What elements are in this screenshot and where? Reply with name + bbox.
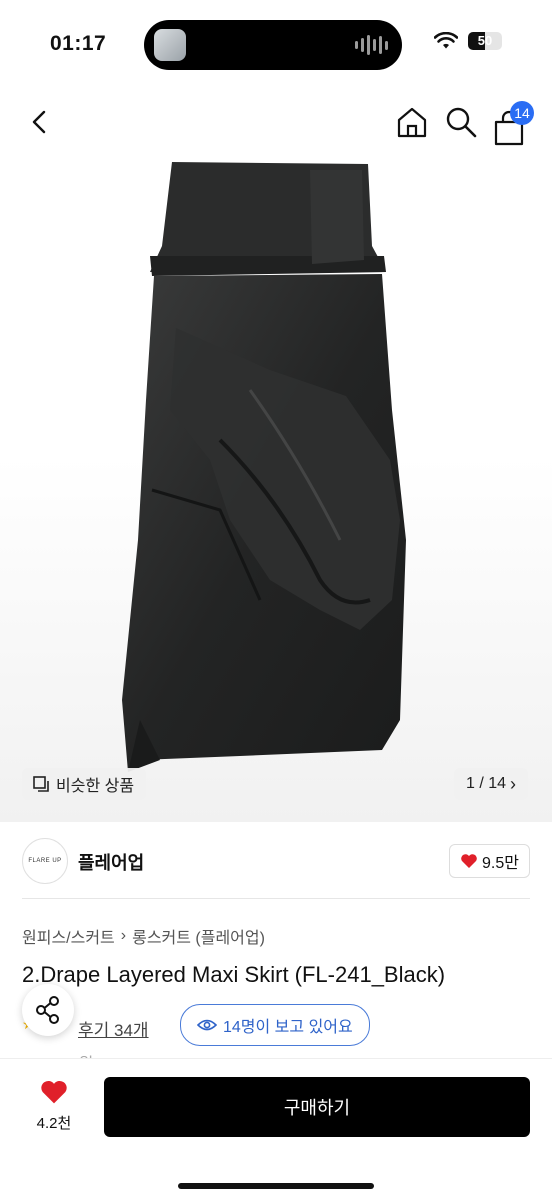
shop-info[interactable]: FLARE UP 플레어업 9.5만 [22, 838, 530, 886]
heart-icon [41, 1080, 67, 1104]
shop-name[interactable]: 플레어업 [78, 849, 144, 875]
wish-button[interactable]: 4.2천 [24, 1079, 84, 1133]
status-time: 01:17 [50, 32, 107, 55]
battery-indicator: 50 [468, 32, 502, 50]
status-icons: 50 [434, 32, 502, 50]
reviews-link[interactable]: 후기 34개 [78, 1016, 149, 1041]
battery-level: 50 [477, 33, 493, 48]
audio-wave-icon [355, 34, 388, 56]
divider [22, 898, 530, 899]
share-button[interactable] [22, 984, 74, 1036]
product-image[interactable] [100, 160, 430, 800]
share-icon [36, 996, 59, 1024]
wish-count: 4.2천 [36, 1115, 72, 1132]
viewers-text: 14명이 보고 있어요 [223, 1019, 353, 1036]
cart-count-badge: 14 [510, 101, 534, 125]
bottom-action-bar: 4.2천 구매하기 [0, 1058, 552, 1201]
similar-icon [33, 776, 49, 792]
status-bar: 01:17 50 [0, 0, 552, 90]
breadcrumb-separator: › [120, 927, 127, 944]
page-indicator-text: 1 / 14 [465, 775, 506, 792]
similar-products-label: 비슷한 상품 [56, 778, 135, 795]
wifi-icon [434, 32, 458, 49]
product-gallery[interactable]: 14 비슷한 상품 1 / 14 › [0, 90, 552, 822]
review-row: ★ 후기 34개 14명이 보고 있어요 [22, 1004, 530, 1048]
heart-icon [461, 854, 477, 868]
breadcrumb-subcategory[interactable]: 롱스커트 (플레어업) [132, 924, 265, 948]
home-indicator[interactable] [178, 1183, 374, 1189]
shop-like-count: 9.5만 [482, 855, 519, 872]
breadcrumb-category[interactable]: 원피스/스커트 [22, 924, 115, 948]
eye-icon [197, 1019, 217, 1031]
now-playing-thumbnail [154, 29, 186, 61]
dynamic-island [144, 20, 402, 70]
home-icon[interactable] [394, 104, 430, 140]
product-title: 2.Drape Layered Maxi Skirt (FL-241_Black… [22, 962, 446, 987]
cart-button[interactable]: 14 [492, 101, 534, 146]
shop-like-button[interactable]: 9.5만 [449, 844, 530, 878]
back-icon[interactable] [22, 104, 58, 140]
buy-button[interactable]: 구매하기 [104, 1077, 530, 1137]
shop-logo[interactable]: FLARE UP [22, 838, 68, 884]
viewers-badge: 14명이 보고 있어요 [180, 1004, 370, 1046]
chevron-right-icon: › [510, 773, 516, 794]
image-page-indicator[interactable]: 1 / 14 › [453, 768, 528, 800]
similar-products-button[interactable]: 비슷한 상품 [22, 768, 147, 800]
breadcrumb: 원피스/스커트 › 롱스커트 (플레어업) [22, 924, 265, 948]
search-icon[interactable] [443, 104, 479, 140]
